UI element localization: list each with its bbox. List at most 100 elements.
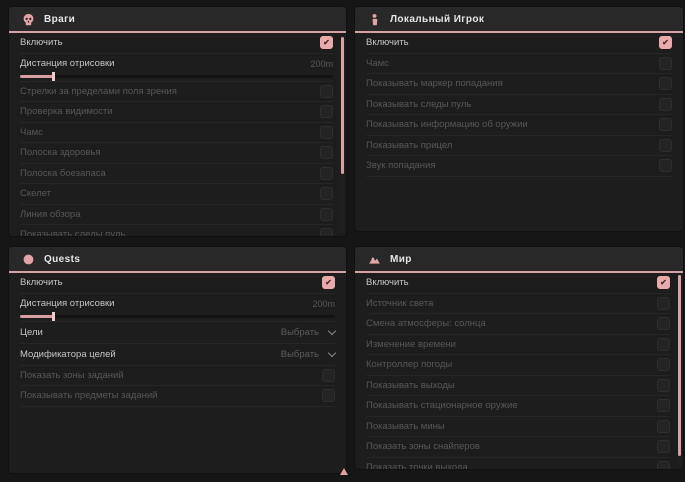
- check-icon: ✔: [323, 39, 330, 47]
- row-exits[interactable]: Показывать выходы ✔: [366, 376, 670, 397]
- slider-track[interactable]: [20, 315, 335, 318]
- checkbox[interactable]: ✔: [320, 146, 333, 159]
- checkbox[interactable]: ✔: [322, 389, 335, 402]
- row-quest-zones[interactable]: Показать зоны заданий ✔: [20, 366, 335, 387]
- checkbox[interactable]: ✔: [659, 36, 672, 49]
- row-health-bar[interactable]: Полоска здоровья ✔: [20, 143, 333, 164]
- row-label: Полоска боезапаса: [20, 168, 106, 179]
- row-line-of-sight[interactable]: Линия обзора ✔: [20, 205, 333, 226]
- row-enable[interactable]: Включить ✔: [20, 273, 335, 294]
- row-sniper-zones[interactable]: Показать зоны снайперов ✔: [366, 437, 670, 458]
- checkbox[interactable]: ✔: [657, 461, 670, 470]
- mountain-icon: [368, 253, 381, 266]
- panel-quests: Quests Включить ✔ Дистанция отрисовки 20…: [8, 246, 347, 474]
- checkbox[interactable]: ✔: [320, 105, 333, 118]
- row-atmosphere-sun[interactable]: Смена атмосферы: солнца ✔: [366, 314, 670, 335]
- skull-icon: [22, 13, 35, 26]
- row-crosshair[interactable]: Показывать прицел ✔: [366, 136, 672, 157]
- row-bullet-traces[interactable]: Показывать следы пуль ✔: [366, 95, 672, 116]
- panel-quests-header[interactable]: Quests: [9, 247, 346, 273]
- row-label: Звук попадания: [366, 160, 436, 171]
- panel-title: Мир: [390, 254, 412, 265]
- row-label: Источник света: [366, 298, 433, 309]
- checkbox[interactable]: ✔: [320, 36, 333, 49]
- checkbox[interactable]: ✔: [657, 276, 670, 289]
- checkbox[interactable]: ✔: [320, 187, 333, 200]
- checkbox[interactable]: ✔: [659, 57, 672, 70]
- checkbox[interactable]: ✔: [657, 379, 670, 392]
- row-label: Смена атмосферы: солнца: [366, 318, 486, 329]
- row-weather-controller[interactable]: Контроллер погоды ✔: [366, 355, 670, 376]
- checkbox[interactable]: ✔: [320, 167, 333, 180]
- checkbox[interactable]: ✔: [657, 317, 670, 330]
- checkbox[interactable]: ✔: [320, 208, 333, 221]
- panel-local-player-header[interactable]: Локальный Игрок: [355, 7, 683, 33]
- slider-fill: [20, 75, 53, 78]
- row-label: Показывать информацию об оружии: [366, 119, 528, 130]
- checkbox[interactable]: ✔: [657, 358, 670, 371]
- row-label: Показывать следы пуль: [366, 99, 471, 110]
- target-modifiers-dropdown[interactable]: Выбрать: [281, 349, 335, 360]
- checkbox[interactable]: ✔: [659, 77, 672, 90]
- row-stationary-weapons[interactable]: Показывать стационарное оружие ✔: [366, 396, 670, 417]
- checkbox[interactable]: ✔: [657, 338, 670, 351]
- panel-enemies-header[interactable]: Враги: [9, 7, 346, 33]
- row-light-source[interactable]: Источник света ✔: [366, 294, 670, 315]
- row-enable[interactable]: Включить ✔: [366, 273, 670, 294]
- checkbox[interactable]: ✔: [320, 126, 333, 139]
- scrollbar[interactable]: [678, 275, 681, 469]
- row-label: Проверка видимости: [20, 106, 113, 117]
- row-skeleton[interactable]: Скелет ✔: [20, 184, 333, 205]
- slider-track[interactable]: [20, 75, 333, 78]
- checkbox[interactable]: ✔: [657, 399, 670, 412]
- scrollbar-thumb[interactable]: [341, 37, 344, 174]
- checkbox[interactable]: ✔: [659, 139, 672, 152]
- row-chams[interactable]: Чамс ✔: [366, 54, 672, 75]
- row-weapon-info[interactable]: Показывать информацию об оружии ✔: [366, 115, 672, 136]
- checkbox[interactable]: ✔: [320, 228, 333, 237]
- row-label: Цели: [20, 327, 43, 338]
- row-bullet-traces[interactable]: Показывать следы пуль ✔: [20, 225, 333, 237]
- checkbox[interactable]: ✔: [322, 369, 335, 382]
- row-label: Стрелки за пределами поля зрения: [20, 86, 177, 97]
- checkbox[interactable]: ✔: [659, 118, 672, 131]
- panel-title: Локальный Игрок: [390, 14, 484, 25]
- row-label: Показывать маркер попадания: [366, 78, 503, 89]
- quest-icon: [22, 253, 35, 266]
- targets-dropdown[interactable]: Выбрать: [281, 327, 335, 338]
- row-label: Показывать предметы заданий: [20, 390, 157, 401]
- row-label: Включить: [20, 277, 63, 288]
- slider-handle[interactable]: [52, 312, 55, 321]
- slider-handle[interactable]: [52, 72, 55, 81]
- checkbox[interactable]: ✔: [659, 159, 672, 172]
- panel-world-header[interactable]: Мир: [355, 247, 683, 273]
- slider-value: 200m: [312, 299, 335, 309]
- checkbox[interactable]: ✔: [322, 276, 335, 289]
- row-label: Включить: [366, 277, 409, 288]
- row-enable[interactable]: Включить ✔: [366, 33, 672, 54]
- row-mines[interactable]: Показывать мины ✔: [366, 417, 670, 438]
- row-label: Изменение времени: [366, 339, 456, 350]
- row-quest-items[interactable]: Показывать предметы заданий ✔: [20, 386, 335, 407]
- panel-title: Quests: [44, 254, 80, 265]
- person-icon: [368, 13, 381, 26]
- row-chams[interactable]: Чамс ✔: [20, 123, 333, 144]
- scrollbar-thumb[interactable]: [678, 275, 681, 456]
- row-exit-points[interactable]: Показать точки выхода ✔: [366, 458, 670, 471]
- row-label: Чамс: [20, 127, 43, 138]
- row-time-change[interactable]: Изменение времени ✔: [366, 335, 670, 356]
- checkbox[interactable]: ✔: [659, 98, 672, 111]
- scrollbar[interactable]: [341, 35, 344, 234]
- row-enable[interactable]: Включить ✔: [20, 33, 333, 54]
- checkbox[interactable]: ✔: [320, 85, 333, 98]
- row-visibility-check[interactable]: Проверка видимости ✔: [20, 102, 333, 123]
- row-hit-sound[interactable]: Звук попадания ✔: [366, 156, 672, 177]
- row-ammo-bar[interactable]: Полоска боезапаса ✔: [20, 164, 333, 185]
- row-hit-marker[interactable]: Показывать маркер попадания ✔: [366, 74, 672, 95]
- row-offscreen-arrows[interactable]: Стрелки за пределами поля зрения ✔: [20, 82, 333, 103]
- panel-world: Мир Включить ✔ Источник света ✔ Смена ат…: [354, 246, 684, 470]
- checkbox[interactable]: ✔: [657, 297, 670, 310]
- checkbox[interactable]: ✔: [657, 440, 670, 453]
- row-render-distance: Дистанция отрисовки 200m: [20, 294, 335, 322]
- checkbox[interactable]: ✔: [657, 420, 670, 433]
